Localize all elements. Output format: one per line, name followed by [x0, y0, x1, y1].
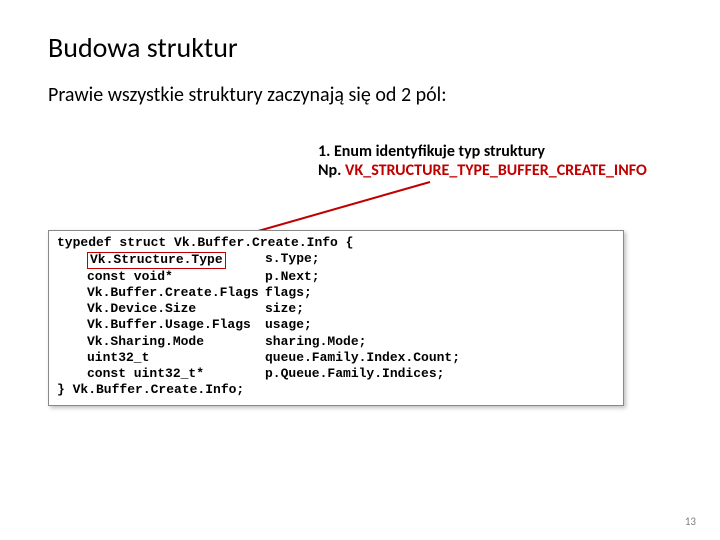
- code-member: queue.Family.Index.Count;: [265, 350, 615, 366]
- slide-title: Budowa struktur: [48, 30, 680, 65]
- slide-subtitle: Prawie wszystkie struktury zaczynają się…: [48, 83, 680, 107]
- code-member: p.Queue.Family.Indices;: [265, 366, 615, 382]
- bullet-1-enum: VK_STRUCTURE_TYPE_BUFFER_CREATE_INFO: [345, 161, 647, 180]
- code-line-last: } Vk.Buffer.Create.Info;: [57, 382, 615, 398]
- code-row: Vk.Buffer.Usage.Flags usage;: [57, 317, 615, 333]
- code-type: Vk.Buffer.Usage.Flags: [87, 317, 251, 332]
- code-row: uint32_t queue.Family.Index.Count;: [57, 350, 615, 366]
- page-number: 13: [685, 515, 696, 528]
- code-type: const uint32_t*: [87, 366, 204, 381]
- code-type: Vk.Device.Size: [87, 301, 196, 316]
- code-row: Vk.Sharing.Mode sharing.Mode;: [57, 334, 615, 350]
- slide: Budowa struktur Prawie wszystkie struktu…: [0, 0, 720, 540]
- code-row: const void* p.Next;: [57, 269, 615, 285]
- bullet-1-np: Np.: [318, 161, 345, 180]
- code-row: const uint32_t* p.Queue.Family.Indices;: [57, 366, 615, 382]
- bullet-1: 1. Enum identyfikuje typ struktury Np. V…: [318, 142, 647, 180]
- bullet-1-line1: 1. Enum identyfikuje typ struktury: [318, 142, 545, 161]
- code-member: usage;: [265, 317, 615, 333]
- code-type: const void*: [87, 269, 173, 284]
- code-member: size;: [265, 301, 615, 317]
- code-member: flags;: [265, 285, 615, 301]
- code-type: Vk.Sharing.Mode: [87, 334, 204, 349]
- code-line-0: typedef struct Vk.Buffer.Create.Info {: [57, 235, 615, 251]
- code-member: p.Next;: [265, 269, 615, 285]
- code-type: uint32_t: [87, 350, 149, 365]
- code-rows: Vk.Structure.Type s.Type; const void* p.Nex…: [57, 251, 615, 382]
- code-type: Vk.Structure.Type: [87, 252, 226, 268]
- code-member: sharing.Mode;: [265, 334, 615, 350]
- code-member: s.Type;: [265, 251, 615, 268]
- code-row: Vk.Structure.Type s.Type;: [57, 251, 615, 268]
- code-type: Vk.Buffer.Create.Flags: [87, 285, 259, 300]
- code-block: typedef struct Vk.Buffer.Create.Info { V…: [48, 230, 624, 406]
- code-row: Vk.Device.Size size;: [57, 301, 615, 317]
- code-row: Vk.Buffer.Create.Flags flags;: [57, 285, 615, 301]
